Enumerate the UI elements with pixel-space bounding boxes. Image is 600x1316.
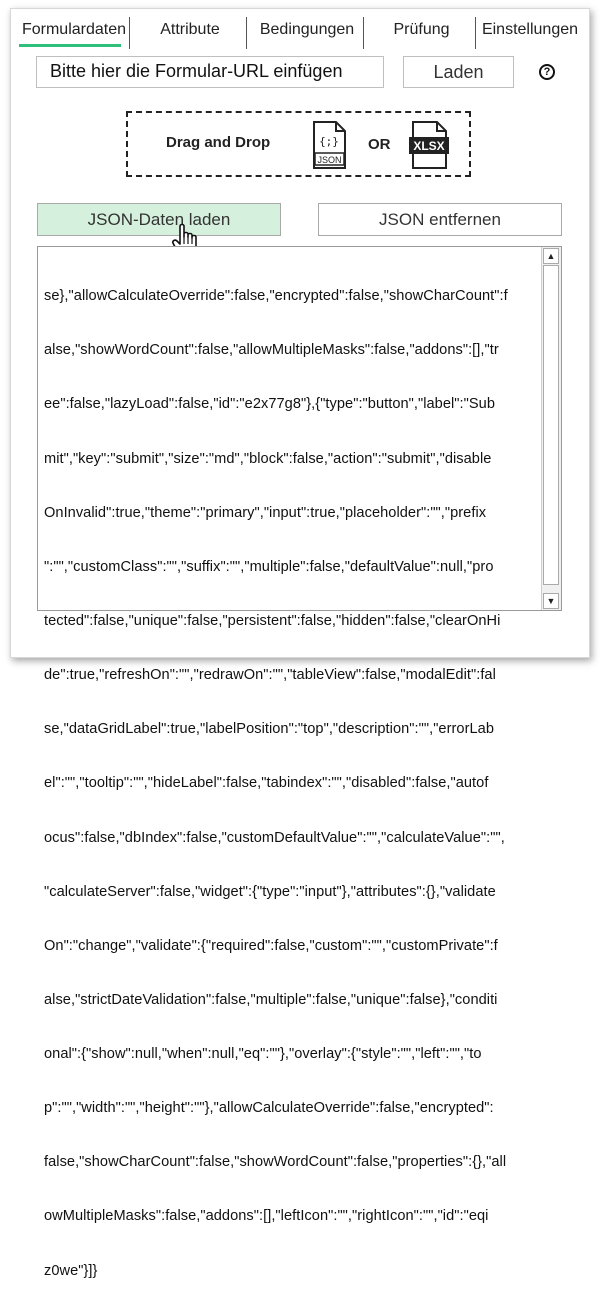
or-label: OR <box>368 136 391 153</box>
code-line: ":"","customClass":"","suffix":"","multi… <box>44 558 494 575</box>
json-file-icon: {;} JSON <box>313 121 346 169</box>
xlsx-icon-label: XLSX <box>413 139 444 153</box>
code-line: tected":false,"unique":false,"persistent… <box>44 612 501 629</box>
load-json-button[interactable]: JSON-Daten laden <box>37 203 281 236</box>
code-line: el":"","tooltip":"","hideLabel":false,"t… <box>44 775 489 792</box>
xlsx-file-icon: XLSX <box>409 121 449 169</box>
vertical-scrollbar[interactable]: ▲ ▼ <box>541 247 561 610</box>
code-line: false,"showCharCount":false,"showWordCou… <box>44 1154 507 1171</box>
scroll-up-icon[interactable]: ▲ <box>543 248 559 264</box>
json-textarea[interactable]: se},"allowCalculateOverride":false,"encr… <box>37 246 562 1279</box>
code-line: p":"","width":"","height":""},"allowCalc… <box>44 1100 494 1117</box>
code-line: alse,"showWordCount":false,"allowMultipl… <box>44 342 499 359</box>
help-icon[interactable]: ? <box>539 64 555 80</box>
tab-einstellungen[interactable]: Einstellungen <box>480 17 580 49</box>
form-json-panel: Formulardaten Attribute Bedingungen Prüf… <box>10 8 590 1279</box>
json-icon-label: JSON <box>317 155 341 165</box>
tab-bar: Formulardaten Attribute Bedingungen Prüf… <box>11 17 589 49</box>
tab-formulardaten[interactable]: Formulardaten <box>19 17 130 49</box>
load-button[interactable]: Laden <box>403 56 514 88</box>
code-line: owMultipleMasks":false,"addons":[],"left… <box>44 1208 489 1225</box>
code-line: "calculateServer":false,"widget":{"type"… <box>44 883 496 900</box>
drag-drop-label: Drag and Drop <box>166 134 271 151</box>
drag-drop-zone[interactable]: Drag and Drop {;} JSON OR XLSX <box>126 111 471 177</box>
code-line: onal":{"show":null,"when":null,"eq":""},… <box>44 1046 482 1063</box>
remove-json-button[interactable]: JSON entfernen <box>318 203 562 236</box>
svg-text:{;}: {;} <box>319 135 339 148</box>
code-line: se},"allowCalculateOverride":false,"encr… <box>44 288 508 305</box>
json-content: se},"allowCalculateOverride":false,"encr… <box>44 251 539 1316</box>
code-line: OnInvalid":true,"theme":"primary","input… <box>44 504 487 521</box>
scrollbar-thumb[interactable] <box>543 265 559 585</box>
form-url-input[interactable]: Bitte hier die Formular-URL einfügen <box>36 56 384 88</box>
tab-pruefung[interactable]: Prüfung <box>368 17 476 49</box>
tab-attribute[interactable]: Attribute <box>134 17 247 49</box>
code-line: alse,"strictDateValidation":false,"multi… <box>44 991 498 1008</box>
code-line: ocus":false,"dbIndex":false,"customDefau… <box>44 829 505 846</box>
code-line: ee":false,"lazyLoad":false,"id":"e2x77g8… <box>44 396 495 413</box>
scroll-down-icon[interactable]: ▼ <box>543 593 559 609</box>
code-line: se,"dataGridLabel":true,"labelPosition":… <box>44 721 494 738</box>
code-line: On":"change","validate":{"required":fals… <box>44 937 498 954</box>
code-line: mit","key":"submit","size":"md","block":… <box>44 450 492 467</box>
code-line: z0we"}]} <box>44 1262 98 1279</box>
tab-bedingungen[interactable]: Bedingungen <box>251 17 364 49</box>
code-line: de":true,"refreshOn":"","redrawOn":"","t… <box>44 667 496 684</box>
